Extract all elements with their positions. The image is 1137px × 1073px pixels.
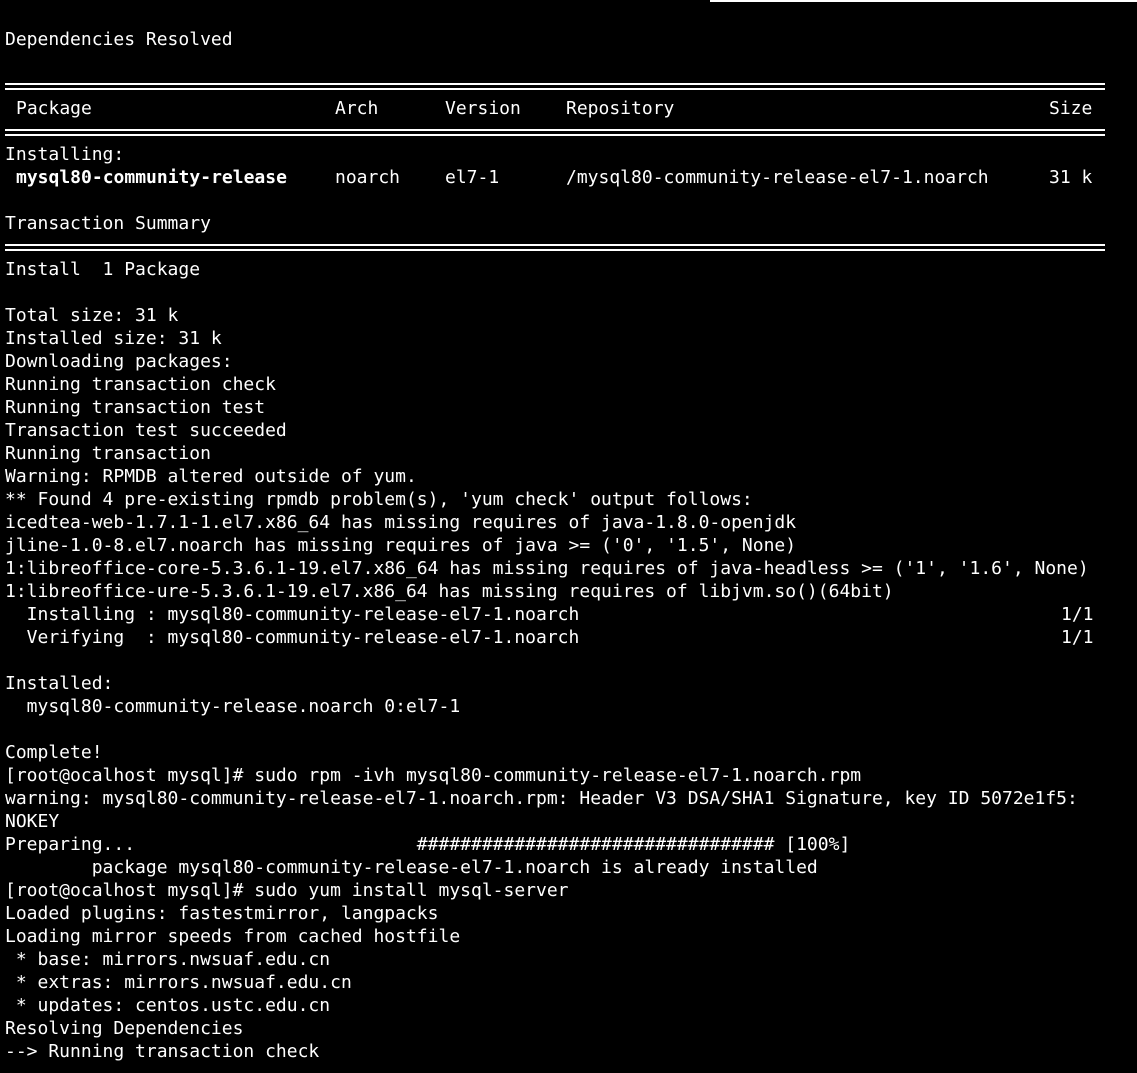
header-line: Dependencies Resolved [5,29,233,50]
window-top-edge [710,0,1137,2]
output-line: * extras: mirrors.nwsuaf.edu.cn [5,972,352,993]
progress-label: Verifying : mysql80-community-release-el… [5,627,580,648]
output-line: warning: mysql80-community-release-el7-1… [5,788,1078,809]
row-repository: /mysql80-community-release-el7-1.noarch [566,167,989,188]
row-package: mysql80-community-release [16,167,287,188]
output-line: Complete! [5,742,103,763]
output-line: Downloading packages: [5,351,233,372]
row-arch: noarch [335,167,401,188]
prompt-line: [root@ocalhost mysql]# sudo yum install … [5,880,569,901]
table-header-row: Package Arch Version Repository Size [5,97,1133,120]
progress-count: 1/1 [1061,627,1094,648]
output-line: jline-1.0-8.el7.noarch has missing requi… [5,535,797,556]
output-line: ** Found 4 pre-existing rpmdb problem(s)… [5,489,753,510]
column-version: Version [445,98,521,119]
terminal-output[interactable]: Dependencies Resolved Package Arch Versi… [5,28,1133,1063]
output-line: 1:libreoffice-core-5.3.6.1-19.el7.x86_64… [5,558,1089,579]
output-line: * updates: centos.ustc.edu.cn [5,995,331,1016]
summary-heading: Transaction Summary [5,213,211,234]
table-rule [5,74,1105,97]
output-line: NOKEY [5,811,60,832]
table-row: mysql80-community-release noarch el7-1 /… [5,166,1133,189]
row-version: el7-1 [445,167,500,188]
output-line: Installed size: 31 k [5,328,222,349]
progress-line: Installing : mysql80-community-release-e… [5,603,1133,626]
column-arch: Arch [335,98,379,119]
output-line: Loading mirror speeds from cached hostfi… [5,926,461,947]
table-rule [5,235,1105,258]
installed-label: Installed: [5,673,114,694]
output-line: Running transaction [5,443,211,464]
output-line: 1:libreoffice-ure-5.3.6.1-19.el7.x86_64 … [5,581,894,602]
column-size: Size [1049,98,1093,119]
output-line: Transaction test succeeded [5,420,287,441]
table-rule [5,120,1105,143]
progress-count: 1/1 [1061,604,1094,625]
output-line: Preparing... ###########################… [5,834,851,855]
output-line: Loaded plugins: fastestmirror, langpacks [5,903,439,924]
output-line: Warning: RPMDB altered outside of yum. [5,466,417,487]
column-repository: Repository [566,98,675,119]
installed-package: mysql80-community-release.noarch 0:el7-1 [5,696,461,717]
output-line: Running transaction test [5,397,266,418]
prompt-line: [root@ocalhost mysql]# sudo rpm -ivh mys… [5,765,862,786]
progress-label: Installing : mysql80-community-release-e… [5,604,580,625]
output-line: * base: mirrors.nwsuaf.edu.cn [5,949,331,970]
output-line: --> Running transaction check [5,1041,320,1062]
install-count: Install 1 Package [5,259,201,280]
installing-label: Installing: [5,144,125,165]
column-package: Package [16,98,92,119]
row-size: 31 k [1049,167,1093,188]
output-line: package mysql80-community-release-el7-1.… [5,857,818,878]
output-line: Total size: 31 k [5,305,179,326]
output-line: Running transaction check [5,374,276,395]
progress-line: Verifying : mysql80-community-release-el… [5,626,1133,649]
output-line: Resolving Dependencies [5,1018,244,1039]
output-line: icedtea-web-1.7.1-1.el7.x86_64 has missi… [5,512,797,533]
